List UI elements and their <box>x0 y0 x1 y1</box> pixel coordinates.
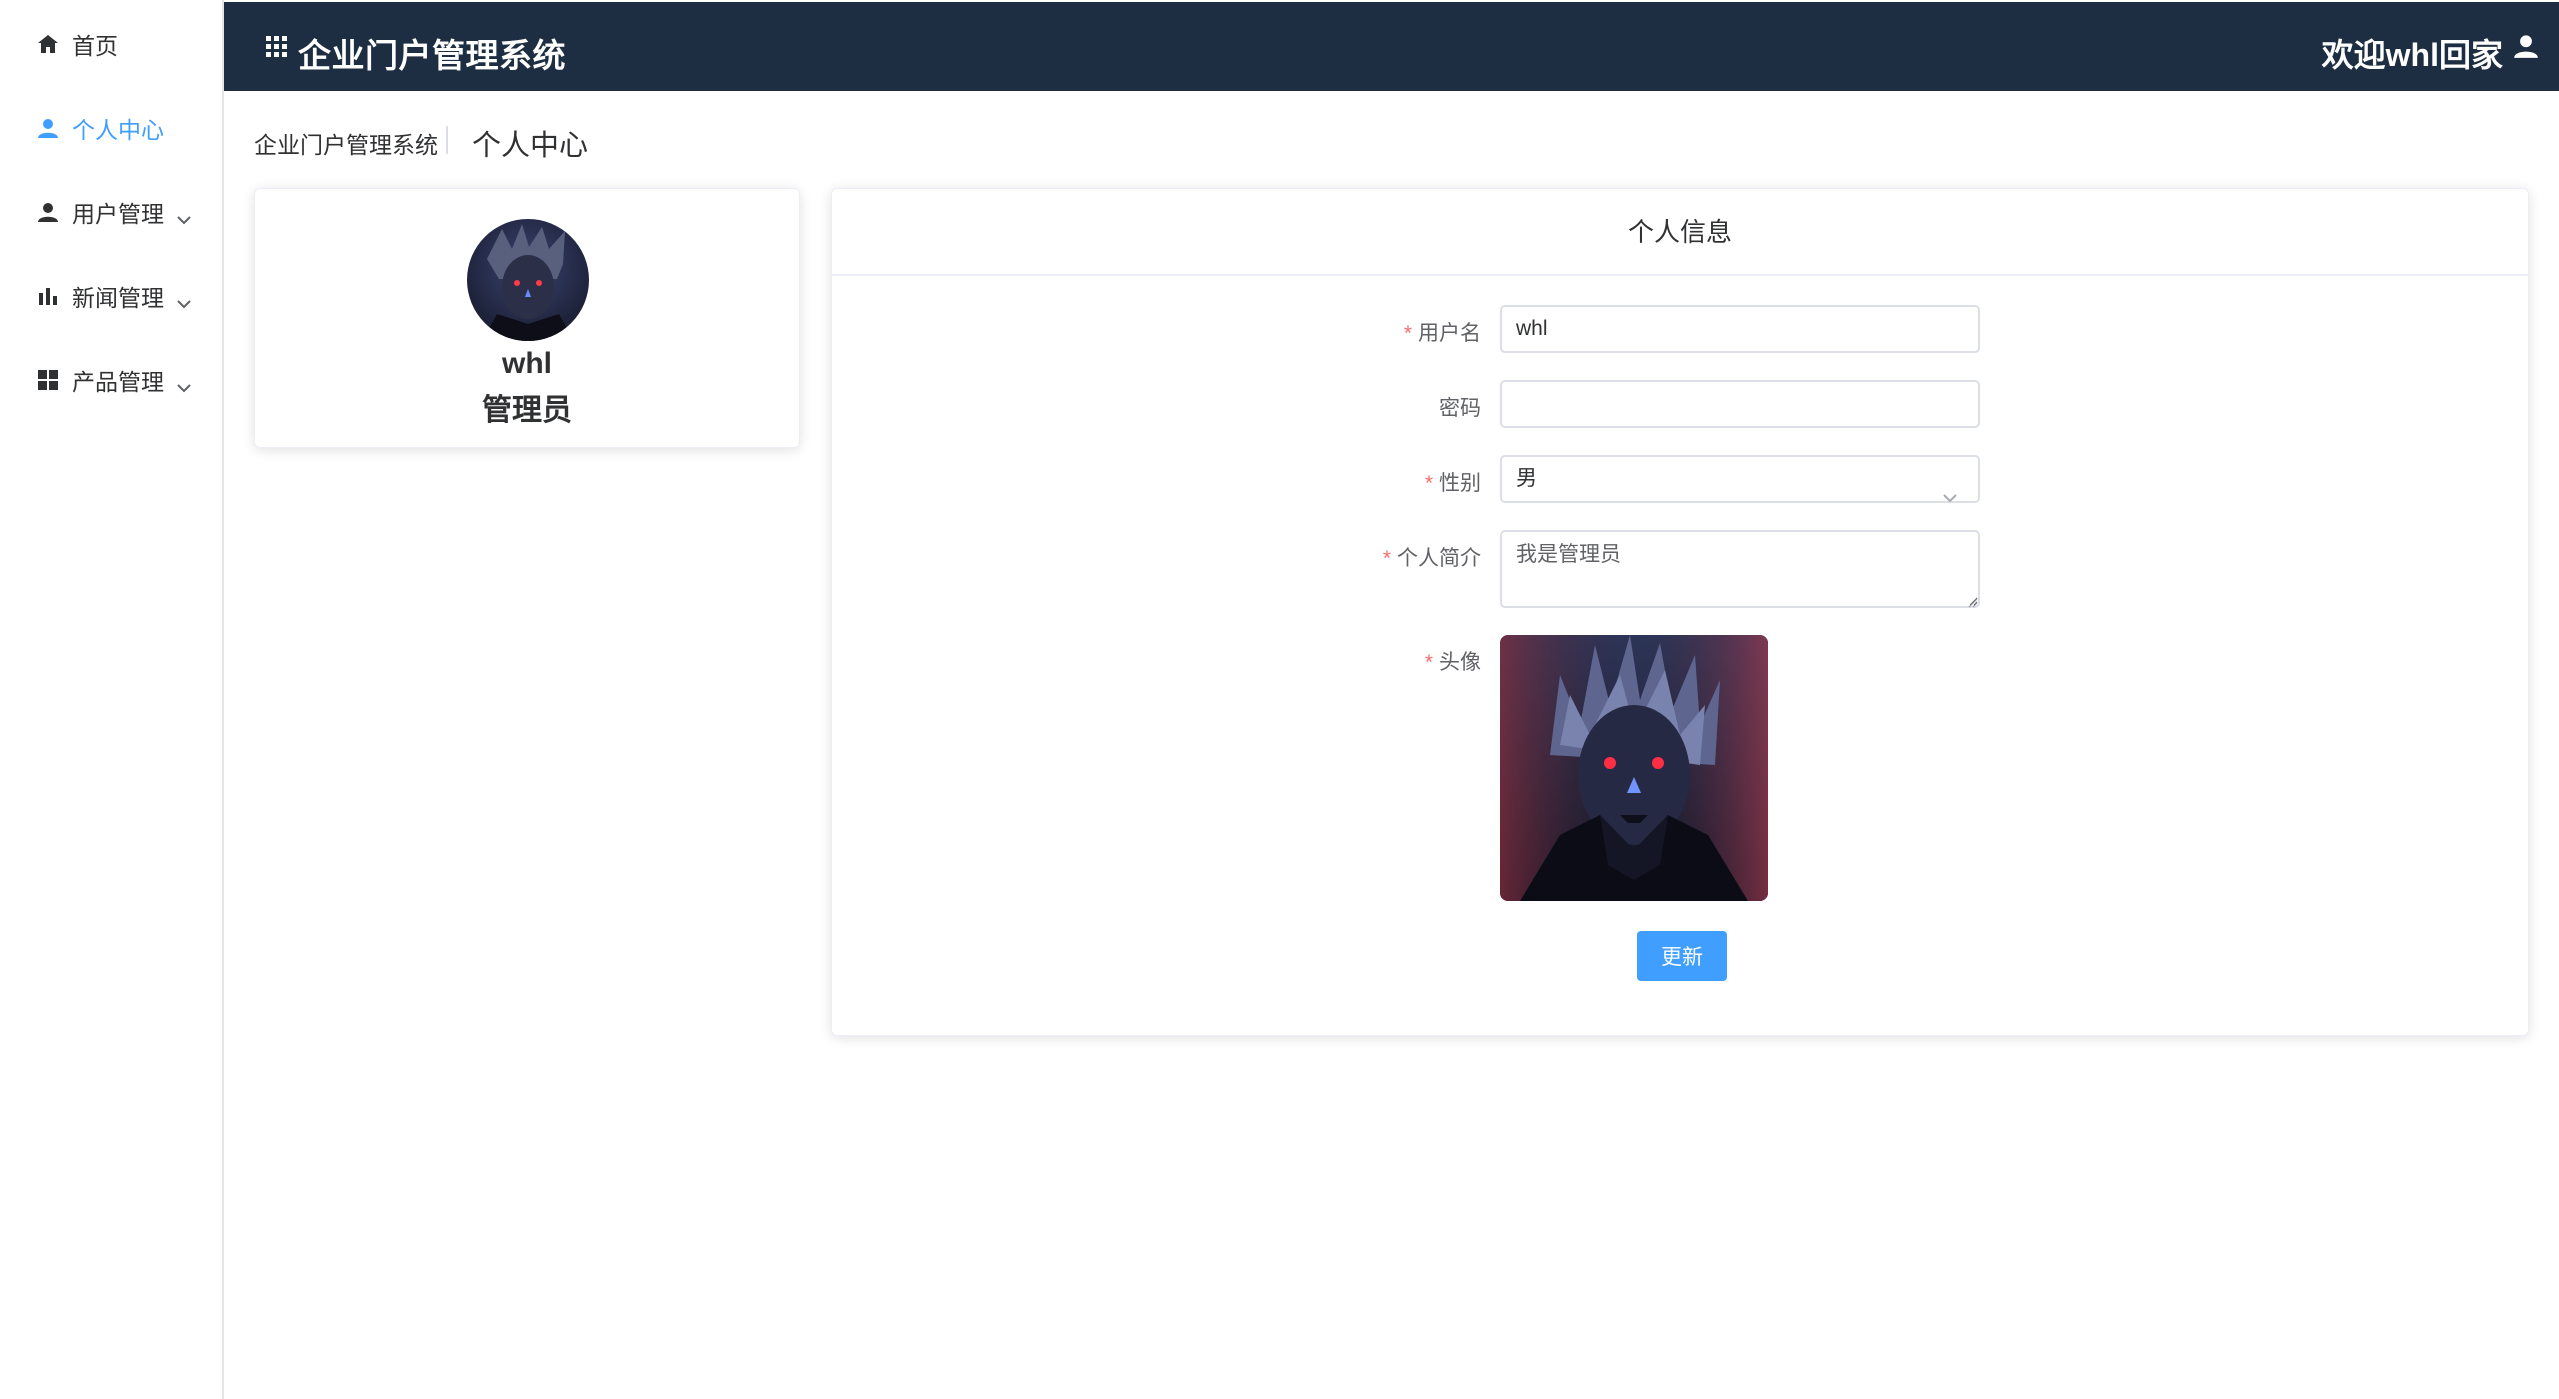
chevron-down-icon <box>176 372 192 399</box>
intro-textarea[interactable]: 我是管理员 <box>1500 530 1980 608</box>
chevron-down-icon <box>176 288 192 315</box>
required-asterisk: * <box>1424 651 1433 674</box>
bar-chart-icon <box>36 284 60 308</box>
sidebar: 首页 个人中心 用户管理 新闻管理 产品管理 <box>0 0 224 1399</box>
chevron-down-icon <box>1942 475 1958 519</box>
profile-card: whl 管理员 <box>254 188 800 448</box>
gender-selected-value: 男 <box>1516 467 1537 490</box>
profile-username: whl <box>502 347 552 380</box>
password-label: 密码 <box>1439 397 1481 420</box>
gender-label: * 性别 <box>1424 472 1481 495</box>
sidebar-item-profile[interactable]: 个人中心 <box>0 86 222 170</box>
intro-label: * 个人简介 <box>1382 547 1481 570</box>
chevron-down-icon <box>176 204 192 231</box>
sidebar-item-news[interactable]: 新闻管理 <box>0 254 222 338</box>
user-icon <box>36 200 60 224</box>
required-asterisk: * <box>1403 322 1412 345</box>
required-asterisk: * <box>1382 547 1391 570</box>
personal-info-card: 个人信息 *用户名 密码 *性别 男 *个人简介 我是管理员 *头像 <box>831 188 2529 1036</box>
sidebar-item-label: 个人中心 <box>72 117 164 143</box>
sidebar-item-products[interactable]: 产品管理 <box>0 338 222 422</box>
profile-role: 管理员 <box>482 394 572 427</box>
card-title: 个人信息 <box>832 189 2528 276</box>
password-field[interactable] <box>1500 380 1980 428</box>
resize-grip-icon[interactable] <box>1968 595 1978 613</box>
welcome-text[interactable]: 欢迎whl回家 <box>2322 30 2503 76</box>
sidebar-item-label: 产品管理 <box>72 369 164 395</box>
username-label: * 用户名 <box>1403 322 1481 345</box>
sidebar-item-label: 用户管理 <box>72 201 164 227</box>
update-button[interactable]: 更新 <box>1637 931 1727 981</box>
top-header: 企业门户管理系统 欢迎whl回家 <box>224 2 2559 91</box>
sidebar-item-users[interactable]: 用户管理 <box>0 170 222 254</box>
avatar <box>467 219 589 341</box>
sidebar-item-home[interactable]: 首页 <box>0 2 222 86</box>
gender-select[interactable]: 男 <box>1500 455 1980 503</box>
avatar-upload[interactable] <box>1500 635 1768 901</box>
apps-grid-icon <box>265 35 289 64</box>
sidebar-item-label: 新闻管理 <box>72 285 164 311</box>
required-asterisk: * <box>1424 472 1433 495</box>
username-field[interactable] <box>1500 305 1980 353</box>
breadcrumb-separator <box>446 126 448 154</box>
grid-icon <box>36 368 60 392</box>
app-title: 企业门户管理系统 <box>298 37 566 74</box>
breadcrumb-root[interactable]: 企业门户管理系统 <box>254 126 438 160</box>
breadcrumb-current: 个人中心 <box>472 130 589 162</box>
home-icon <box>36 32 60 56</box>
avatar-label: * 头像 <box>1424 651 1481 674</box>
user-icon[interactable] <box>2513 33 2539 64</box>
sidebar-item-label: 首页 <box>72 33 118 59</box>
user-icon <box>36 116 60 140</box>
